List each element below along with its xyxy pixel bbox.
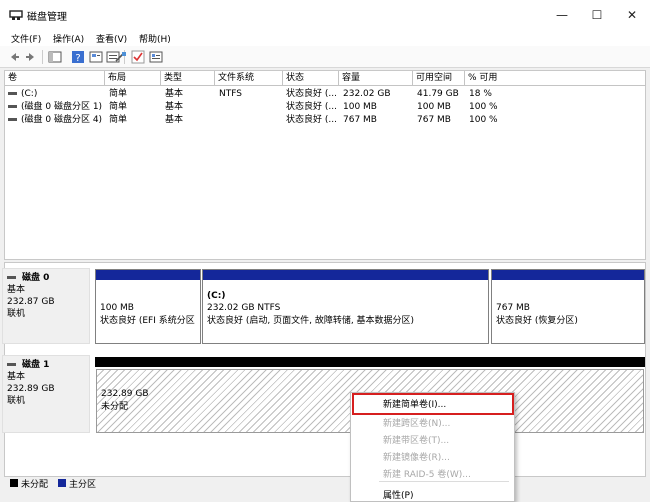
- menu-bar: 文件(F) 操作(A) 查看(V) 帮助(H): [0, 30, 650, 46]
- volume-capacity: 100 MB: [343, 102, 377, 112]
- volume-free: 100 MB: [417, 102, 451, 112]
- volume-icon: [8, 118, 17, 121]
- disk-size: 232.89 GB: [7, 384, 55, 394]
- volume-layout: 简单: [109, 102, 128, 112]
- primary-partition-bar: [96, 270, 200, 280]
- menu-action[interactable]: 操作(A): [53, 32, 84, 45]
- partition-title: (C:): [207, 291, 226, 301]
- disk-state: 联机: [7, 309, 26, 319]
- maximize-button[interactable]: ☐: [588, 6, 606, 24]
- forward-icon[interactable]: [24, 50, 38, 64]
- console-tree-icon[interactable]: [48, 50, 62, 64]
- volume-status: 状态良好 (...: [286, 89, 337, 99]
- settings-list-icon[interactable]: [149, 50, 163, 64]
- unallocated-size: 232.89 GB: [101, 389, 149, 399]
- column-free-space[interactable]: 可用空间: [413, 71, 465, 86]
- primary-partition-bar: [492, 270, 644, 280]
- column-volume[interactable]: 卷: [5, 71, 105, 86]
- column-status[interactable]: 状态: [283, 71, 339, 86]
- primary-partition-bar: [203, 270, 488, 280]
- disk-icon: [7, 276, 16, 279]
- partition-c[interactable]: (C:) 232.02 GB NTFS 状态良好 (启动, 页面文件, 故障转储…: [202, 269, 489, 344]
- toolbar-separator: [42, 50, 43, 64]
- connect-icon[interactable]: [114, 50, 128, 64]
- volume-capacity: 767 MB: [343, 115, 377, 125]
- highlight-box: [352, 393, 514, 415]
- volume-capacity: 232.02 GB: [343, 89, 391, 99]
- legend-unallocated-label: 未分配: [21, 480, 49, 490]
- volume-layout: 简单: [109, 89, 128, 99]
- menu-new-raid5-volume: 新建 RAID-5 卷(W)...: [383, 470, 471, 480]
- volume-fs: NTFS: [219, 89, 242, 99]
- disk-0-label[interactable]: 磁盘 0 基本 232.87 GB 联机: [2, 268, 90, 344]
- partition-status: 状态良好 (恢复分区): [496, 316, 578, 326]
- volume-name: (磁盘 0 磁盘分区 4): [21, 115, 103, 125]
- disk-kind: 基本: [7, 372, 26, 382]
- volume-status: 状态良好 (...: [286, 115, 337, 125]
- volume-list: 卷 布局 类型 文件系统 状态 容量 可用空间 % 可用 (C:) 简单 基本 …: [4, 70, 646, 260]
- help-icon[interactable]: ?: [71, 50, 85, 64]
- disk-icon: [7, 363, 16, 366]
- legend-primary-label: 主分区: [69, 480, 97, 490]
- menu-separator: [379, 481, 509, 482]
- menu-view[interactable]: 查看(V): [96, 32, 127, 45]
- column-layout[interactable]: 布局: [105, 71, 161, 86]
- volume-pct: 100 %: [469, 115, 498, 125]
- volume-type: 基本: [165, 115, 184, 125]
- volume-type: 基本: [165, 89, 184, 99]
- column-type[interactable]: 类型: [161, 71, 215, 86]
- back-icon[interactable]: [7, 50, 21, 64]
- volume-pct: 18 %: [469, 89, 492, 99]
- unallocated-label: 未分配: [101, 402, 129, 412]
- volume-pct: 100 %: [469, 102, 498, 112]
- check-icon[interactable]: [131, 50, 145, 64]
- disk-state: 联机: [7, 396, 26, 406]
- close-button[interactable]: ✕: [623, 6, 641, 24]
- properties-icon[interactable]: [89, 50, 103, 64]
- column-capacity[interactable]: 容量: [339, 71, 413, 86]
- title-bar: 磁盘管理 — ☐ ✕: [0, 0, 650, 30]
- table-row[interactable]: (C:): [8, 88, 105, 100]
- legend-primary-swatch: [58, 479, 66, 487]
- volume-layout: 简单: [109, 115, 128, 125]
- volume-status: 状态良好 (...: [286, 102, 337, 112]
- disk-size: 232.87 GB: [7, 297, 55, 307]
- table-row[interactable]: (磁盘 0 磁盘分区 1): [8, 101, 105, 113]
- partition-recovery[interactable]: 767 MB 状态良好 (恢复分区): [491, 269, 645, 344]
- partition-status: 状态良好 (EFI 系统分区: [100, 316, 195, 326]
- window-title: 磁盘管理: [27, 12, 67, 23]
- disk-management-icon: [9, 10, 23, 20]
- disk-name: 磁盘 1: [22, 360, 50, 370]
- menu-properties[interactable]: 属性(P): [352, 486, 513, 502]
- legend-unallocated-swatch: [10, 479, 18, 487]
- table-row[interactable]: (磁盘 0 磁盘分区 4): [8, 114, 105, 126]
- volume-icon: [8, 92, 17, 95]
- volume-free: 41.79 GB: [417, 89, 459, 99]
- volume-free: 767 MB: [417, 115, 451, 125]
- partition-size: 767 MB: [496, 303, 530, 313]
- partition-size: 232.02 GB NTFS: [207, 303, 281, 313]
- volume-type: 基本: [165, 102, 184, 112]
- partition-efi[interactable]: 100 MB 状态良好 (EFI 系统分区: [95, 269, 201, 344]
- menu-help[interactable]: 帮助(H): [139, 32, 171, 45]
- volume-name: (C:): [21, 89, 38, 99]
- column-percent-free[interactable]: % 可用: [465, 71, 646, 86]
- disk-1-label[interactable]: 磁盘 1 基本 232.89 GB 联机: [2, 355, 90, 433]
- volume-name: (磁盘 0 磁盘分区 1): [21, 102, 103, 112]
- partition-size: 100 MB: [100, 303, 134, 313]
- partition-status: 状态良好 (启动, 页面文件, 故障转储, 基本数据分区): [207, 316, 415, 326]
- unallocated-bar: [95, 357, 645, 367]
- minimize-button[interactable]: —: [553, 6, 571, 24]
- svg-text:?: ?: [75, 53, 80, 64]
- menu-file[interactable]: 文件(F): [11, 32, 41, 45]
- disk-kind: 基本: [7, 285, 26, 295]
- volume-icon: [8, 105, 17, 108]
- column-filesystem[interactable]: 文件系统: [215, 71, 283, 86]
- toolbar: ?: [0, 46, 650, 68]
- disk-name: 磁盘 0: [22, 273, 50, 283]
